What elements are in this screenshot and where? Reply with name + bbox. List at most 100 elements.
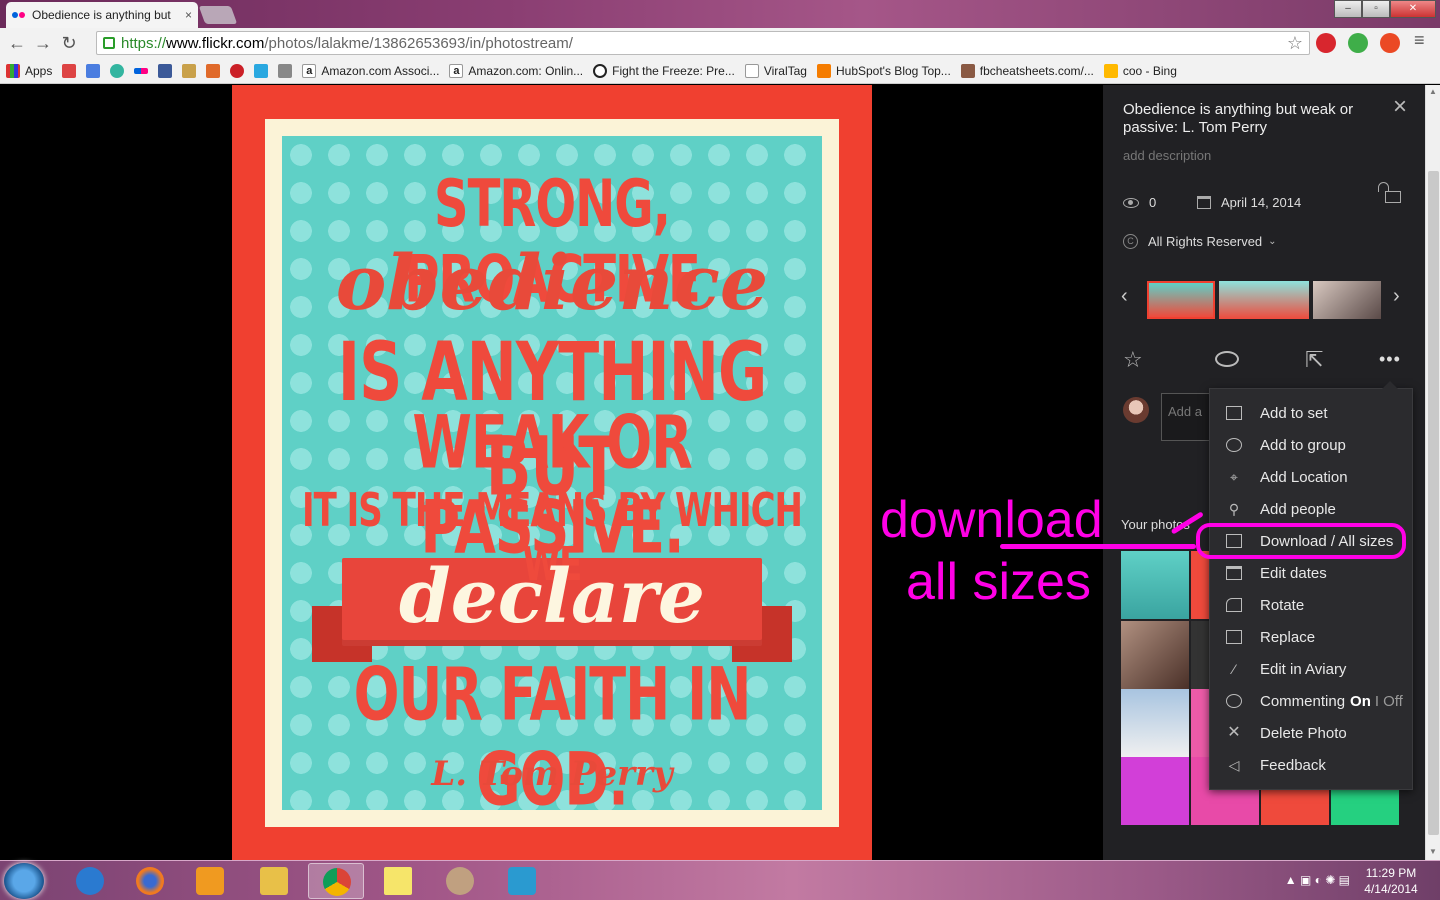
bookmark-ext3[interactable] bbox=[254, 63, 269, 78]
menu-replace[interactable]: Replace bbox=[1210, 621, 1412, 653]
menu-delete-photo[interactable]: ✕ Delete Photo bbox=[1210, 717, 1412, 749]
taskbar-media[interactable] bbox=[182, 863, 238, 899]
more-options-icon[interactable]: ••• bbox=[1379, 349, 1401, 370]
bookmark-ext2[interactable] bbox=[206, 63, 221, 78]
bookmark-item[interactable]: fbcheatsheets.com/... bbox=[960, 63, 1094, 78]
taskbar-app2[interactable] bbox=[494, 863, 550, 899]
menu-add-to-group[interactable]: Add to group bbox=[1210, 429, 1412, 461]
scrollbar-thumb[interactable] bbox=[1428, 171, 1439, 835]
bookmark-item[interactable]: a Amazon.com Associ... bbox=[302, 63, 439, 78]
close-window-button[interactable]: ✕ bbox=[1390, 0, 1436, 18]
grid-photo[interactable] bbox=[1121, 757, 1189, 825]
bookmark-facebook[interactable] bbox=[158, 63, 173, 78]
close-icon[interactable]: × bbox=[1393, 93, 1407, 121]
date-taken[interactable]: April 14, 2014 bbox=[1197, 195, 1301, 210]
stumbleupon-extension-icon[interactable] bbox=[1380, 33, 1400, 53]
bookmark-ext1[interactable] bbox=[110, 63, 125, 78]
comment-icon[interactable] bbox=[1215, 351, 1239, 367]
comment-bubble-icon bbox=[1226, 694, 1242, 708]
taskbar-explorer[interactable] bbox=[246, 863, 302, 899]
forward-arrow-icon[interactable]: → bbox=[30, 33, 56, 54]
maximize-button[interactable]: ▫ bbox=[1362, 0, 1390, 18]
folder-icon bbox=[260, 867, 288, 895]
photostream-thumb-current[interactable] bbox=[1219, 281, 1309, 319]
photo-title[interactable]: Obedience is anything but weak or passiv… bbox=[1123, 101, 1373, 137]
bookmark-google[interactable] bbox=[86, 63, 101, 78]
taskbar-firefox[interactable] bbox=[122, 863, 178, 899]
url-path: /photos/lalakme/13862653693/in/photostre… bbox=[264, 34, 573, 52]
bookmark-ext4[interactable] bbox=[278, 63, 293, 78]
add-description-link[interactable]: add description bbox=[1123, 148, 1211, 163]
bookmark-flickr[interactable] bbox=[134, 67, 149, 74]
pinterest-extension-icon[interactable] bbox=[1316, 33, 1336, 53]
menu-commenting-toggle[interactable]: Commenting On I Off bbox=[1210, 685, 1412, 717]
taskbar-ie[interactable] bbox=[62, 863, 118, 899]
eye-icon bbox=[1123, 197, 1139, 208]
bookmark-item[interactable]: coo - Bing bbox=[1103, 63, 1177, 78]
menu-edit-dates[interactable]: Edit dates bbox=[1210, 557, 1412, 589]
person-icon: ⚲ bbox=[1228, 501, 1240, 517]
share-icon[interactable]: ⇱ bbox=[1305, 347, 1323, 373]
commenting-separator: I bbox=[1374, 692, 1380, 710]
bookmark-gmail[interactable] bbox=[62, 63, 77, 78]
next-arrow-icon[interactable]: › bbox=[1393, 285, 1400, 308]
hubspot-icon bbox=[816, 63, 831, 78]
bookmark-label: fbcheatsheets.com/... bbox=[979, 63, 1094, 78]
gmail-icon bbox=[62, 63, 77, 78]
menu-add-to-set[interactable]: Add to set bbox=[1210, 397, 1412, 429]
scroll-down-icon[interactable]: ▼ bbox=[1429, 847, 1437, 856]
app-icon bbox=[508, 867, 536, 895]
address-bar[interactable]: https:// www.flickr.com /photos/lalakme/… bbox=[96, 31, 1310, 55]
grid-photo[interactable] bbox=[1121, 621, 1189, 689]
privacy-lock-icon[interactable] bbox=[1378, 182, 1401, 203]
menu-feedback[interactable]: ◁ Feedback bbox=[1210, 749, 1412, 781]
menu-add-people[interactable]: ⚲ Add people bbox=[1210, 493, 1412, 525]
commenting-on[interactable]: On bbox=[1350, 693, 1371, 710]
browser-tab[interactable]: Obedience is anything but × bbox=[6, 2, 198, 28]
bookmark-item[interactable]: ViralTag bbox=[744, 63, 807, 78]
page-scrollbar[interactable]: ▲ ▼ bbox=[1425, 85, 1440, 860]
bookmark-item[interactable]: Fight the Freeze: Pre... bbox=[593, 63, 735, 78]
menu-rotate[interactable]: Rotate bbox=[1210, 589, 1412, 621]
reload-icon[interactable]: ↻ bbox=[56, 33, 82, 54]
favorite-star-icon[interactable]: ☆ bbox=[1123, 347, 1143, 373]
photostream-thumb[interactable] bbox=[1147, 281, 1215, 319]
bookmark-star-icon[interactable]: ☆ bbox=[1287, 33, 1303, 54]
add-to-set-icon bbox=[1226, 406, 1242, 420]
image-icon bbox=[278, 63, 293, 78]
prev-arrow-icon[interactable]: ‹ bbox=[1121, 285, 1128, 308]
evernote-extension-icon[interactable] bbox=[1348, 33, 1368, 53]
grid-photo[interactable] bbox=[1121, 551, 1189, 619]
chrome-menu-icon[interactable]: ≡ bbox=[1414, 30, 1434, 50]
goodreads-icon bbox=[182, 63, 197, 78]
menu-edit-in-aviary[interactable]: ⁄ Edit in Aviary bbox=[1210, 653, 1412, 685]
windows-start-icon[interactable] bbox=[4, 863, 44, 899]
photostream-thumb[interactable] bbox=[1313, 281, 1381, 319]
menu-label: Rotate bbox=[1260, 596, 1305, 614]
bing-icon bbox=[1103, 63, 1118, 78]
circle-icon bbox=[110, 63, 125, 78]
bookmark-apps[interactable]: Apps bbox=[6, 63, 52, 78]
back-arrow-icon[interactable]: ← bbox=[4, 33, 30, 54]
quote-poster-image[interactable]: STRONG, PROACTIVE obedience IS ANYTHING … bbox=[232, 85, 872, 860]
taskbar-chrome[interactable] bbox=[308, 863, 364, 899]
new-tab-button[interactable] bbox=[198, 6, 238, 24]
bookmark-goodreads[interactable] bbox=[182, 63, 197, 78]
taskbar-notes[interactable] bbox=[370, 863, 426, 899]
taskbar-app[interactable] bbox=[432, 863, 488, 899]
license-selector[interactable]: C All Rights Reserved ⌄ bbox=[1123, 234, 1277, 249]
amazon-icon: a bbox=[449, 63, 464, 78]
menu-add-location[interactable]: ⌖ Add Location bbox=[1210, 461, 1412, 493]
tab-close-icon[interactable]: × bbox=[185, 8, 192, 22]
commenting-off[interactable]: Off bbox=[1383, 693, 1403, 710]
bookmark-pinterest[interactable] bbox=[230, 63, 245, 78]
minimize-button[interactable]: – bbox=[1334, 0, 1362, 18]
system-tray[interactable]: ▲ ▣ ◐ ✺ ▤ bbox=[1285, 873, 1350, 887]
bookmark-item[interactable]: a Amazon.com: Onlin... bbox=[449, 63, 583, 78]
ext-icon bbox=[206, 63, 221, 78]
scroll-up-icon[interactable]: ▲ bbox=[1429, 87, 1437, 96]
poster-text: obedience bbox=[335, 238, 769, 327]
bookmark-item[interactable]: HubSpot's Blog Top... bbox=[816, 63, 951, 78]
grid-photo[interactable] bbox=[1121, 689, 1189, 757]
taskbar-clock[interactable]: 11:29 PM 4/14/2014 bbox=[1356, 865, 1426, 897]
